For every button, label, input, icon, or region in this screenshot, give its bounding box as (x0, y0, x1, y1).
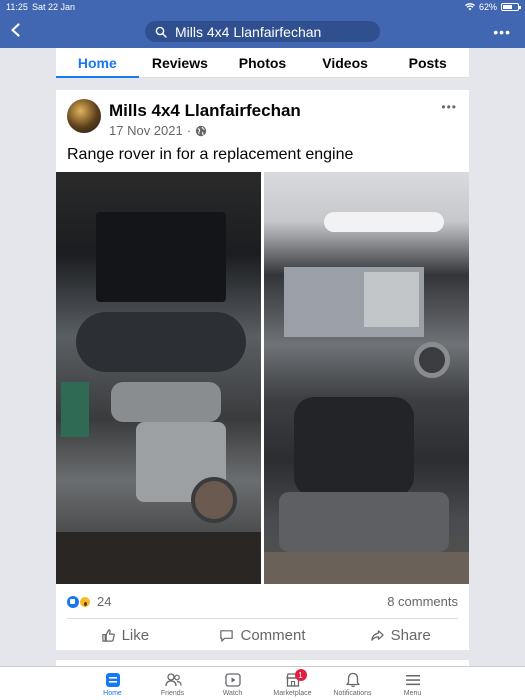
like-button[interactable]: Like (56, 622, 194, 648)
engine-photo-left[interactable] (56, 172, 261, 584)
menu-icon (405, 675, 420, 686)
nav-marketplace-label: Marketplace (273, 690, 312, 697)
share-button[interactable]: Share (331, 622, 469, 648)
nav-home[interactable]: Home (83, 667, 143, 700)
page-tabs: Home Reviews Photos Videos Posts (56, 48, 469, 78)
post-page-name[interactable]: Mills 4x4 Llanfairfechan (109, 101, 301, 121)
tab-home[interactable]: Home (56, 48, 139, 78)
wifi-icon (464, 3, 475, 11)
share-label: Share (390, 626, 431, 644)
status-bar: 11:25 Sat 22 Jan 62% (0, 0, 525, 14)
nav-notifications-label: Notifications (333, 690, 372, 697)
status-time: 11:25 (6, 2, 28, 12)
wow-reaction-icon (79, 595, 91, 608)
marketplace-badge: 1 (294, 669, 307, 681)
post-card: Mills 4x4 Llanfairfechan 17 Nov 2021 · •… (56, 90, 469, 650)
search-bar[interactable]: Mills 4x4 Llanfairfechan (145, 21, 380, 42)
comment-button[interactable]: Comment (194, 622, 332, 648)
post-date[interactable]: 17 Nov 2021 (109, 123, 183, 138)
nav-watch[interactable]: Watch (203, 667, 263, 700)
post-photos (56, 172, 469, 584)
like-reaction-icon (67, 595, 79, 608)
nav-watch-label: Watch (222, 690, 243, 697)
comment-count[interactable]: 8 comments (387, 594, 458, 609)
post-actions: Like Comment Share (56, 622, 469, 648)
top-bar: 11:25 Sat 22 Jan 62% Mills 4x4 Llanfairf… (0, 0, 525, 48)
more-options-button[interactable]: ••• (493, 24, 511, 40)
thumbs-up-icon (101, 628, 115, 642)
battery-percent: 62% (478, 2, 497, 12)
bottom-navigation: Home Friends Watch 1 Marketplace Notific… (0, 666, 525, 700)
nav-friends-label: Friends (160, 690, 185, 697)
battery-icon (501, 3, 521, 11)
tab-reviews[interactable]: Reviews (139, 48, 222, 77)
nav-menu[interactable]: Menu (383, 667, 443, 700)
nav-menu-label: Menu (403, 690, 422, 697)
watch-icon (224, 673, 241, 687)
tab-videos[interactable]: Videos (304, 48, 387, 77)
search-icon (155, 26, 167, 38)
bell-icon (345, 672, 360, 688)
tab-posts[interactable]: Posts (386, 48, 469, 77)
back-icon[interactable] (8, 22, 24, 38)
nav-home-label: Home (103, 690, 122, 697)
home-icon (105, 673, 120, 687)
friends-icon (164, 673, 182, 687)
share-icon (370, 629, 384, 641)
page-avatar[interactable] (67, 99, 101, 133)
reaction-count: 24 (97, 594, 112, 609)
reactions-summary[interactable]: 24 (67, 594, 111, 609)
like-label: Like (121, 626, 150, 644)
globe-icon (195, 125, 207, 136)
search-text: Mills 4x4 Llanfairfechan (175, 23, 322, 40)
comment-icon (220, 629, 234, 642)
nav-marketplace[interactable]: 1 Marketplace (263, 667, 323, 700)
post-meta: 17 Nov 2021 · (109, 123, 207, 138)
action-divider (67, 618, 458, 619)
post-more-button[interactable]: ••• (441, 100, 457, 114)
comment-label: Comment (240, 626, 306, 644)
status-right: 62% (464, 2, 521, 12)
engine-photo-right[interactable] (264, 172, 469, 584)
post-text: Range rover in for a replacement engine (67, 146, 354, 163)
meta-separator: · (186, 123, 192, 138)
nav-friends[interactable]: Friends (143, 667, 203, 700)
nav-notifications[interactable]: Notifications (323, 667, 383, 700)
tab-photos[interactable]: Photos (221, 48, 304, 77)
status-date: Sat 22 Jan (32, 2, 76, 12)
